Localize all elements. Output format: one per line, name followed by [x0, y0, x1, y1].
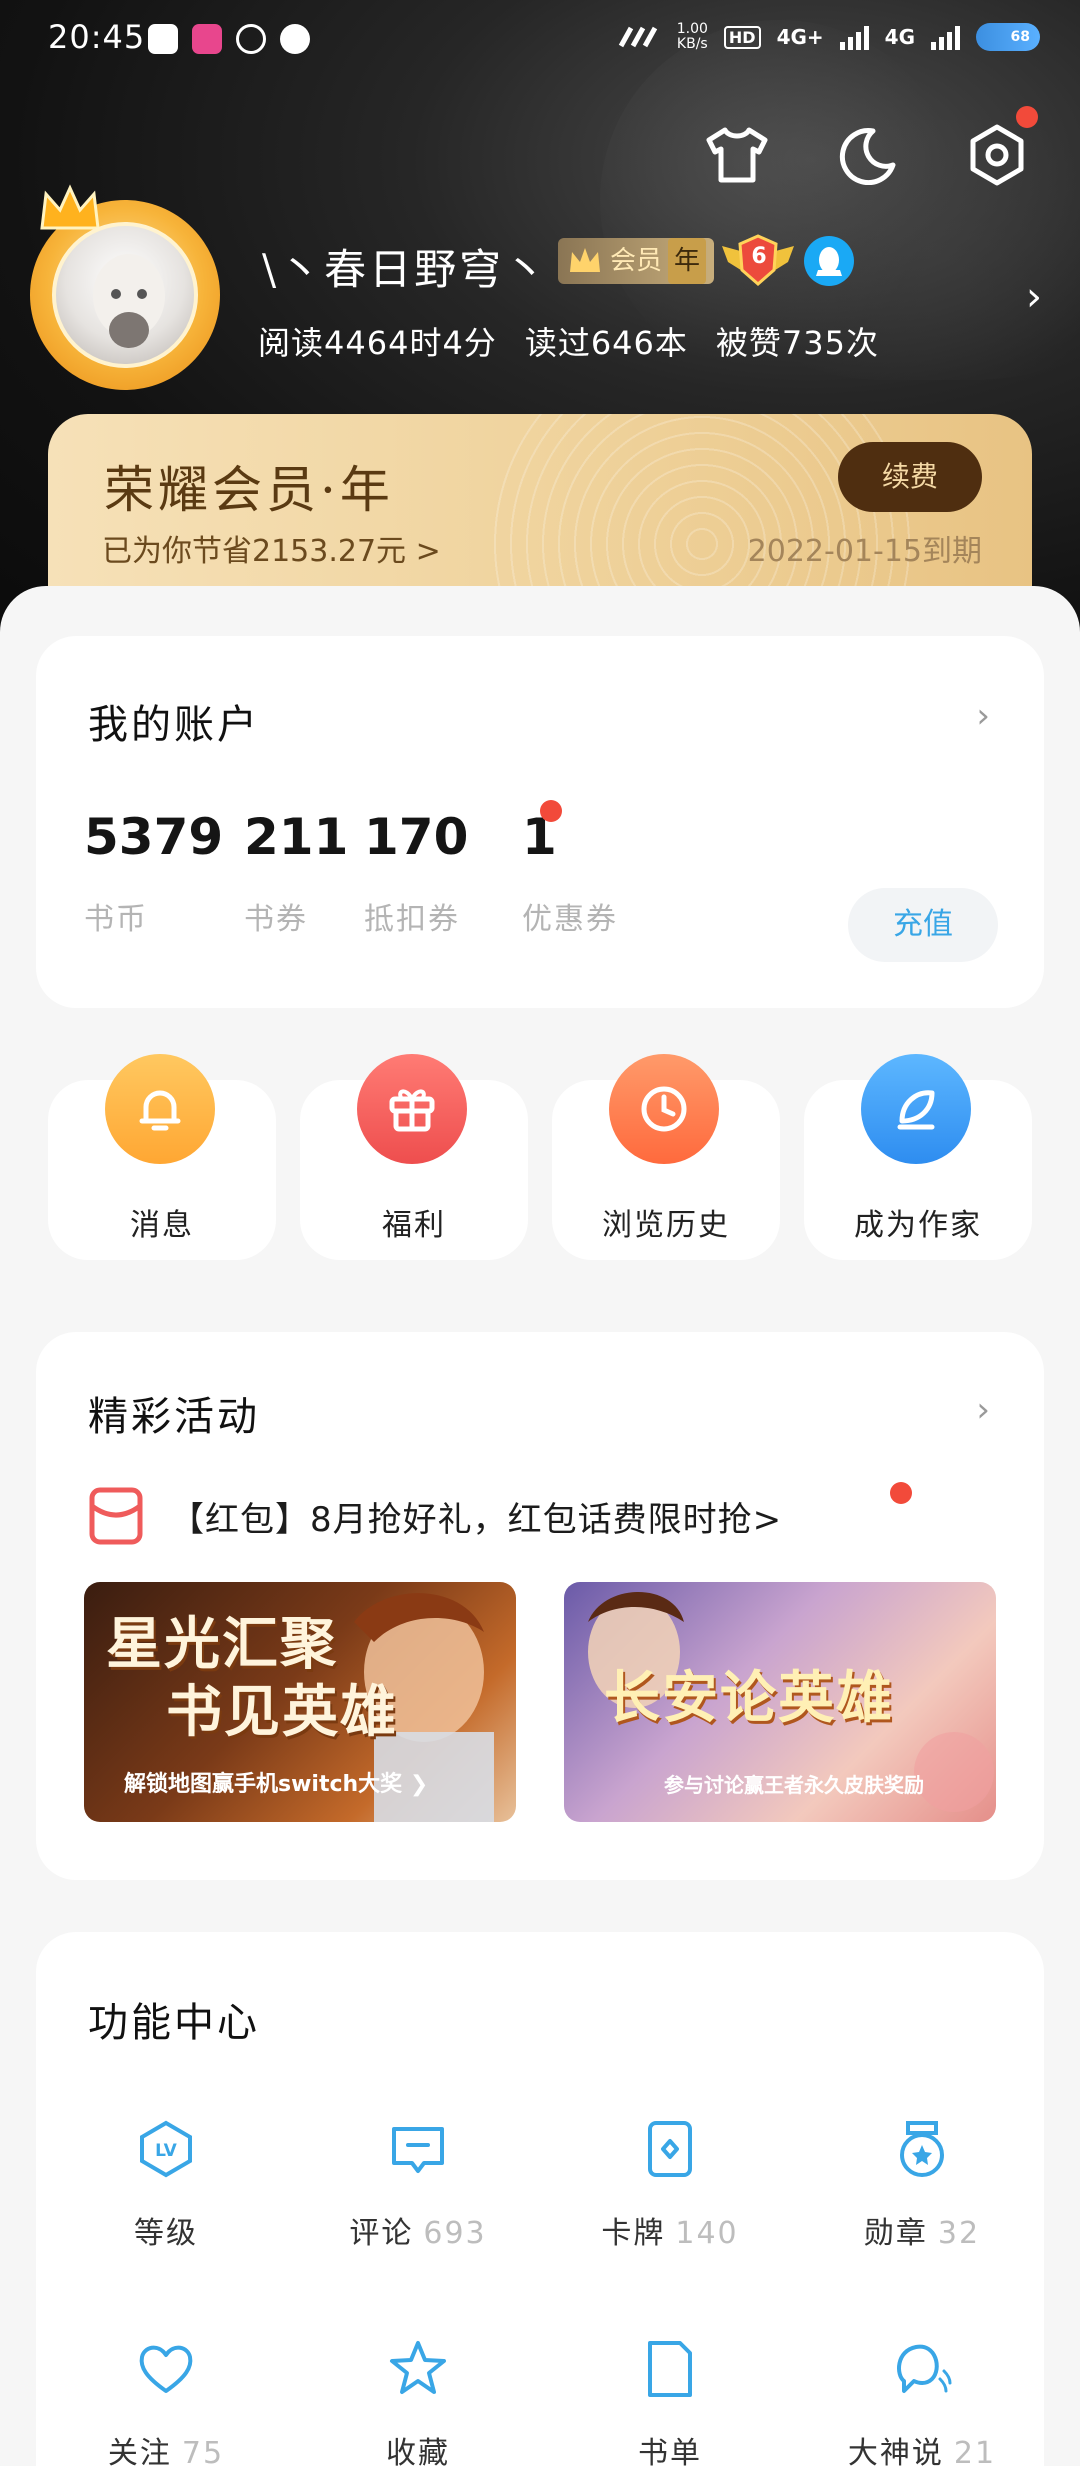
chevron-right-icon[interactable]: › [976, 1390, 990, 1430]
account-item-coupons[interactable]: 1 优惠券 [522, 800, 618, 938]
clock-icon [609, 1054, 719, 1164]
vip-title: 荣耀会员·年 [104, 461, 394, 519]
qq-icon[interactable] [804, 236, 854, 286]
moon-icon[interactable] [832, 120, 902, 190]
banner-title: 长安论英雄 [604, 1665, 894, 1731]
quick-action-benefits[interactable]: 福利 [300, 1054, 528, 1260]
likes-count: 被赞735次 [715, 324, 879, 362]
medal-icon [887, 2114, 957, 2184]
events-card: 精彩活动 › 【红包】8月抢好礼，红包话费限时抢> 星光汇聚 书见英雄 解锁地图… [36, 1332, 1044, 1880]
battery-icon: 68 [976, 23, 1040, 51]
feature-comments[interactable]: 评论 693 [318, 2114, 518, 2252]
shirt-icon[interactable] [702, 120, 772, 190]
chevron-right-icon[interactable]: › [1026, 274, 1042, 320]
renew-button[interactable]: 续费 [838, 442, 982, 512]
banner-subtitle: 参与讨论赢王者永久皮肤奖励 [664, 1773, 924, 1797]
star-icon [383, 2334, 453, 2404]
card-icon [635, 2114, 705, 2184]
account-item-coins[interactable]: 5379 书币 [84, 808, 223, 938]
event-banner-starlight[interactable]: 星光汇聚 书见英雄 解锁地图赢手机switch大奖 ❯ [84, 1582, 516, 1822]
recharge-button[interactable]: 充值 [848, 888, 998, 962]
features-title: 功能中心 [88, 2000, 260, 2046]
svg-text:LV: LV [155, 2141, 177, 2161]
chat-icon [887, 2334, 957, 2404]
signal-icon [931, 24, 960, 50]
header-actions [702, 106, 1038, 190]
feature-booklist[interactable]: 书单 [570, 2334, 770, 2466]
signal-icon [839, 24, 869, 50]
avatar[interactable] [30, 184, 220, 390]
vip-expire-date: 2022-01-15到期 [747, 534, 982, 569]
reading-stats: 阅读4464时4分 读过646本 被赞735次 [258, 318, 879, 364]
level-icon: LV [131, 2114, 201, 2184]
heart-icon [131, 2334, 201, 2404]
account-card[interactable]: 我的账户 › 5379 书币 211 书券 170 抵扣券 1 优惠券 充值 [36, 636, 1044, 1008]
settings-icon[interactable] [962, 106, 1038, 190]
notification-dot [890, 1482, 912, 1504]
content-sheet: 我的账户 › 5379 书币 211 书券 170 抵扣券 1 优惠券 充值 消… [0, 586, 1080, 2466]
nickname[interactable]: \丶春日野穹丶 [262, 236, 549, 297]
feature-medals[interactable]: 勋章 32 [822, 2114, 1022, 2252]
status-bar: 20:45 1.00 KB/s HD 4G+ 4G 68 [0, 0, 1080, 80]
events-title: 精彩活动 [88, 1394, 260, 1440]
bell-icon [105, 1054, 215, 1164]
reading-time: 阅读4464时4分 [258, 324, 497, 362]
promo-red-packet[interactable]: 【红包】8月抢好礼，红包话费限时抢> [88, 1486, 782, 1546]
wechat-icon [236, 24, 266, 54]
banner-title: 星光汇聚 书见英雄 [106, 1611, 398, 1745]
avatar-image [52, 222, 198, 368]
account-title: 我的账户 [88, 702, 260, 748]
network-speed: 1.00 KB/s [676, 21, 708, 52]
features-card: 功能中心 LV 等级 评论 693 卡牌 140 勋章 32 关注 75 收藏 书单 [36, 1932, 1044, 2466]
level-number: 6 [751, 244, 767, 269]
event-banner-changan[interactable]: 长安论英雄 参与讨论赢王者永久皮肤奖励 [564, 1582, 996, 1822]
vip-badge[interactable]: 会员年 [558, 238, 715, 284]
feature-favorites[interactable]: 收藏 [318, 2334, 518, 2466]
nfc-icon [618, 26, 657, 48]
comment-icon [383, 2114, 453, 2184]
level-badge[interactable]: 6 [718, 232, 798, 288]
status-indicators: 1.00 KB/s HD 4G+ 4G 68 [615, 22, 1040, 52]
feather-icon [861, 1054, 971, 1164]
profile-header: 20:45 1.00 KB/s HD 4G+ 4G 68 \丶春日野穹丶 会员 … [0, 0, 1080, 640]
feature-cards[interactable]: 卡牌 140 [570, 2114, 770, 2252]
feature-master-talk[interactable]: 大神说 21 [822, 2334, 1022, 2466]
network-type: 4G [884, 25, 915, 49]
hd-badge: HD [723, 25, 761, 49]
vip-savings[interactable]: 已为你节省2153.27元 > [102, 526, 441, 570]
feature-following[interactable]: 关注 75 [66, 2334, 266, 2466]
account-item-tickets[interactable]: 211 书券 [244, 808, 348, 938]
banner-subtitle: 解锁地图赢手机switch大奖 ❯ [124, 1772, 429, 1797]
quick-action-messages[interactable]: 消息 [48, 1054, 276, 1260]
app-notification-icon [148, 24, 178, 54]
crown-icon [40, 184, 100, 230]
network-type: 4G+ [776, 25, 824, 49]
account-item-vouchers[interactable]: 170 抵扣券 [364, 808, 468, 938]
notification-dot [540, 800, 562, 822]
chevron-right-icon[interactable]: › [976, 696, 990, 736]
quick-action-become-writer[interactable]: 成为作家 [804, 1054, 1032, 1260]
crown-icon [570, 248, 600, 272]
cloud-icon [280, 24, 310, 54]
quick-action-history[interactable]: 浏览历史 [552, 1054, 780, 1260]
notification-icons [148, 24, 310, 54]
notification-dot [1016, 106, 1038, 128]
gift-icon [357, 1054, 467, 1164]
booklist-icon [635, 2334, 705, 2404]
app-notification-icon [192, 24, 222, 54]
red-packet-icon [89, 1487, 143, 1545]
feature-level[interactable]: LV 等级 [66, 2114, 266, 2252]
status-time: 20:45 [48, 18, 146, 56]
books-read: 读过646本 [524, 324, 688, 362]
